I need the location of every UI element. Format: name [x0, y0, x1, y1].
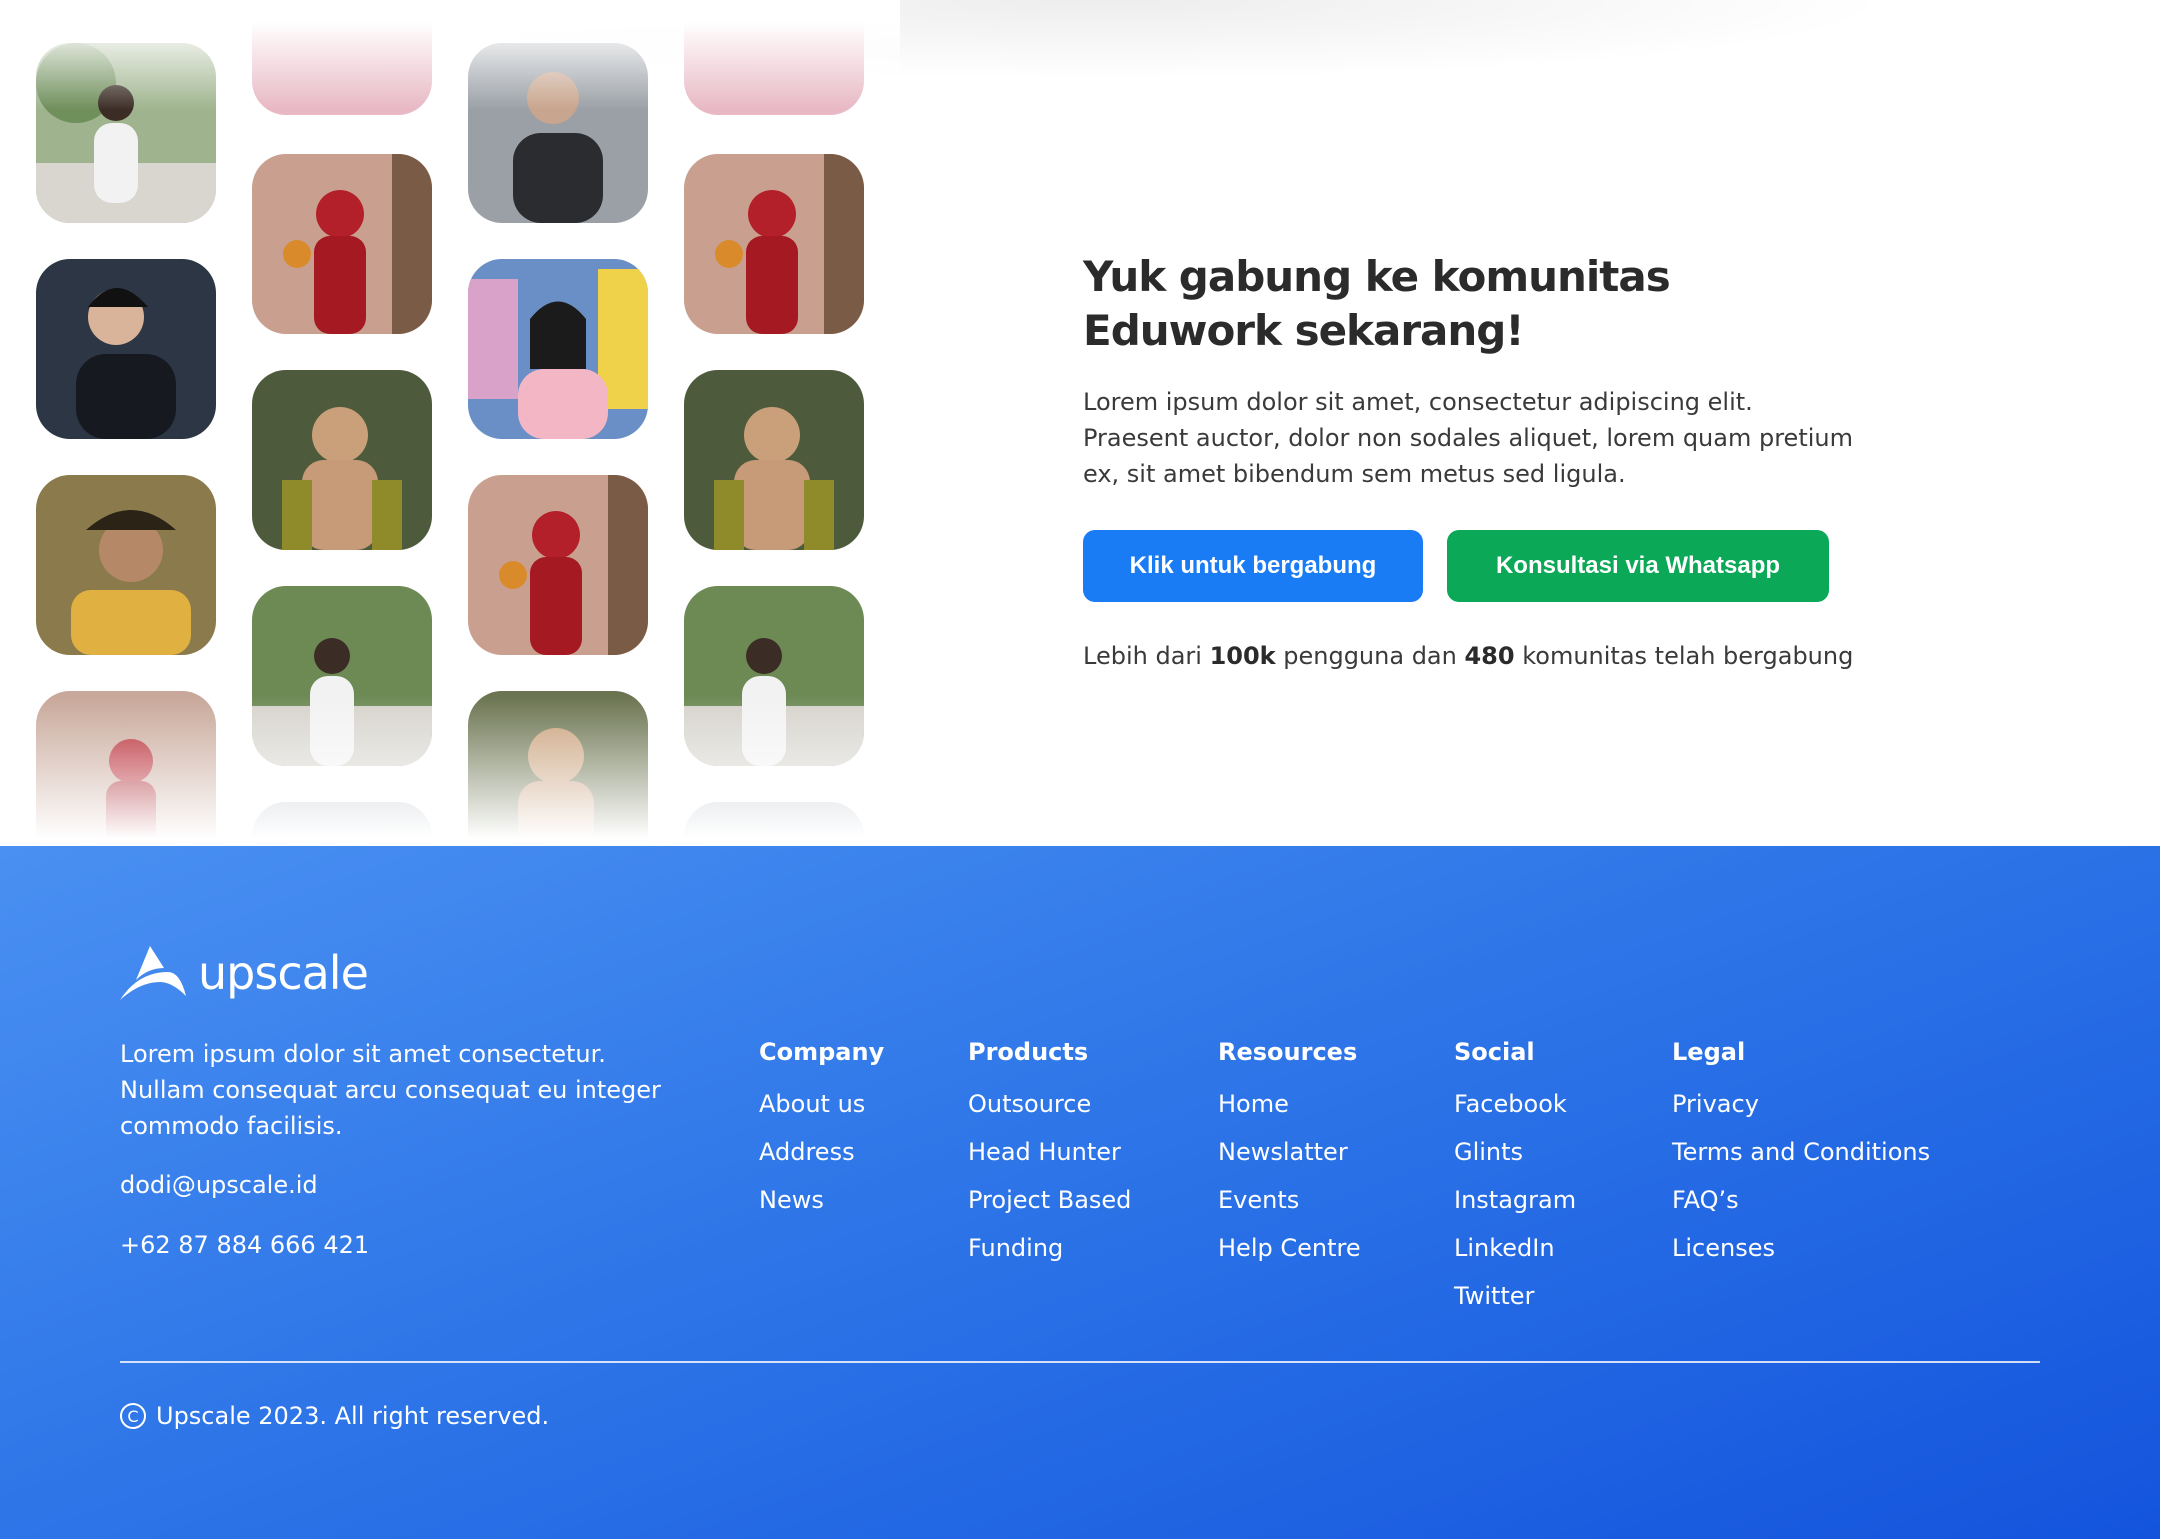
footer-link-events[interactable]: Events — [1218, 1176, 1361, 1224]
cta-description: Lorem ipsum dolor sit amet, consectetur … — [1083, 388, 1853, 488]
member-photo — [36, 259, 216, 439]
footer-link-licenses[interactable]: Licenses — [1672, 1224, 1930, 1272]
footer-link-faq[interactable]: FAQ’s — [1672, 1176, 1930, 1224]
stats-users: 100k — [1209, 642, 1276, 670]
footer-link-outsource[interactable]: Outsource — [968, 1080, 1131, 1128]
upscale-logo-icon — [120, 946, 186, 1000]
footer-column-title: Company — [759, 1038, 885, 1066]
member-photo — [36, 475, 216, 655]
footer-email[interactable]: dodi@upscale.id — [120, 1171, 318, 1199]
stats-communities: 480 — [1464, 642, 1515, 670]
community-section: Yuk gabung ke komunitas Eduwork sekarang… — [0, 0, 2160, 846]
stats-suffix: komunitas telah bergabung — [1514, 642, 1854, 670]
footer-link-help-centre[interactable]: Help Centre — [1218, 1224, 1361, 1272]
footer-link-news[interactable]: News — [759, 1176, 884, 1224]
gallery-fade — [0, 0, 900, 110]
member-photo — [684, 370, 864, 550]
footer-link-privacy[interactable]: Privacy — [1672, 1080, 1930, 1128]
stats-prefix: Lebih dari — [1083, 642, 1210, 670]
footer-column-title: Legal — [1672, 1038, 1746, 1066]
footer-link-instagram[interactable]: Instagram — [1454, 1176, 1576, 1224]
footer-link-twitter[interactable]: Twitter — [1454, 1272, 1576, 1320]
footer-link-terms[interactable]: Terms and Conditions — [1672, 1128, 1930, 1176]
member-photo-gallery — [0, 0, 900, 846]
whatsapp-consult-button[interactable]: Konsultasi via Whatsapp — [1447, 530, 1829, 602]
copyright-icon: C — [120, 1403, 146, 1429]
cta-title: Yuk gabung ke komunitas Eduwork sekarang… — [1083, 252, 1671, 355]
join-cta: Yuk gabung ke komunitas Eduwork sekarang… — [1083, 250, 1883, 670]
member-photo — [252, 154, 432, 334]
footer-description: Lorem ipsum dolor sit amet consectetur. … — [120, 1040, 661, 1140]
footer-column-products: Products Outsource Head Hunter Project B… — [968, 1038, 1131, 1272]
member-photo — [468, 475, 648, 655]
footer-column-company: Company About us Address News — [759, 1038, 884, 1224]
member-photo — [468, 259, 648, 439]
join-button[interactable]: Klik untuk bergabung — [1083, 530, 1423, 602]
footer-link-newsletter[interactable]: Newslatter — [1218, 1128, 1361, 1176]
footer-phone[interactable]: +62 87 884 666 421 — [120, 1231, 369, 1259]
footer-link-project-based[interactable]: Project Based — [968, 1176, 1131, 1224]
footer-link-about-us[interactable]: About us — [759, 1080, 884, 1128]
footer-link-home[interactable]: Home — [1218, 1080, 1361, 1128]
brand-logo[interactable]: upscale — [120, 946, 369, 1000]
footer-column-title: Social — [1454, 1038, 1535, 1066]
footer-link-glints[interactable]: Glints — [1454, 1128, 1576, 1176]
footer-link-facebook[interactable]: Facebook — [1454, 1080, 1576, 1128]
brand-name: upscale — [198, 946, 369, 1000]
stats-middle: pengguna dan — [1275, 642, 1465, 670]
gallery-fade — [0, 696, 900, 846]
cta-buttons: Klik untuk bergabung Konsultasi via What… — [1083, 530, 1883, 602]
footer-column-resources: Resources Home Newslatter Events Help Ce… — [1218, 1038, 1361, 1272]
member-photo — [684, 154, 864, 334]
member-photo — [252, 370, 432, 550]
copyright-text: Upscale 2023. All right reserved. — [156, 1402, 550, 1430]
community-stats: Lebih dari 100k pengguna dan 480 komunit… — [1083, 642, 1883, 670]
footer-column-social: Social Facebook Glints Instagram LinkedI… — [1454, 1038, 1576, 1320]
footer-column-legal: Legal Privacy Terms and Conditions FAQ’s… — [1672, 1038, 1930, 1272]
footer-column-title: Resources — [1218, 1038, 1358, 1066]
footer-link-funding[interactable]: Funding — [968, 1224, 1131, 1272]
footer-link-address[interactable]: Address — [759, 1128, 884, 1176]
footer-link-head-hunter[interactable]: Head Hunter — [968, 1128, 1131, 1176]
copyright: C Upscale 2023. All right reserved. — [120, 1402, 549, 1430]
footer-link-linkedin[interactable]: LinkedIn — [1454, 1224, 1576, 1272]
site-footer: upscale Lorem ipsum dolor sit amet conse… — [0, 846, 2160, 1539]
footer-divider — [120, 1361, 2040, 1363]
footer-column-title: Products — [968, 1038, 1089, 1066]
